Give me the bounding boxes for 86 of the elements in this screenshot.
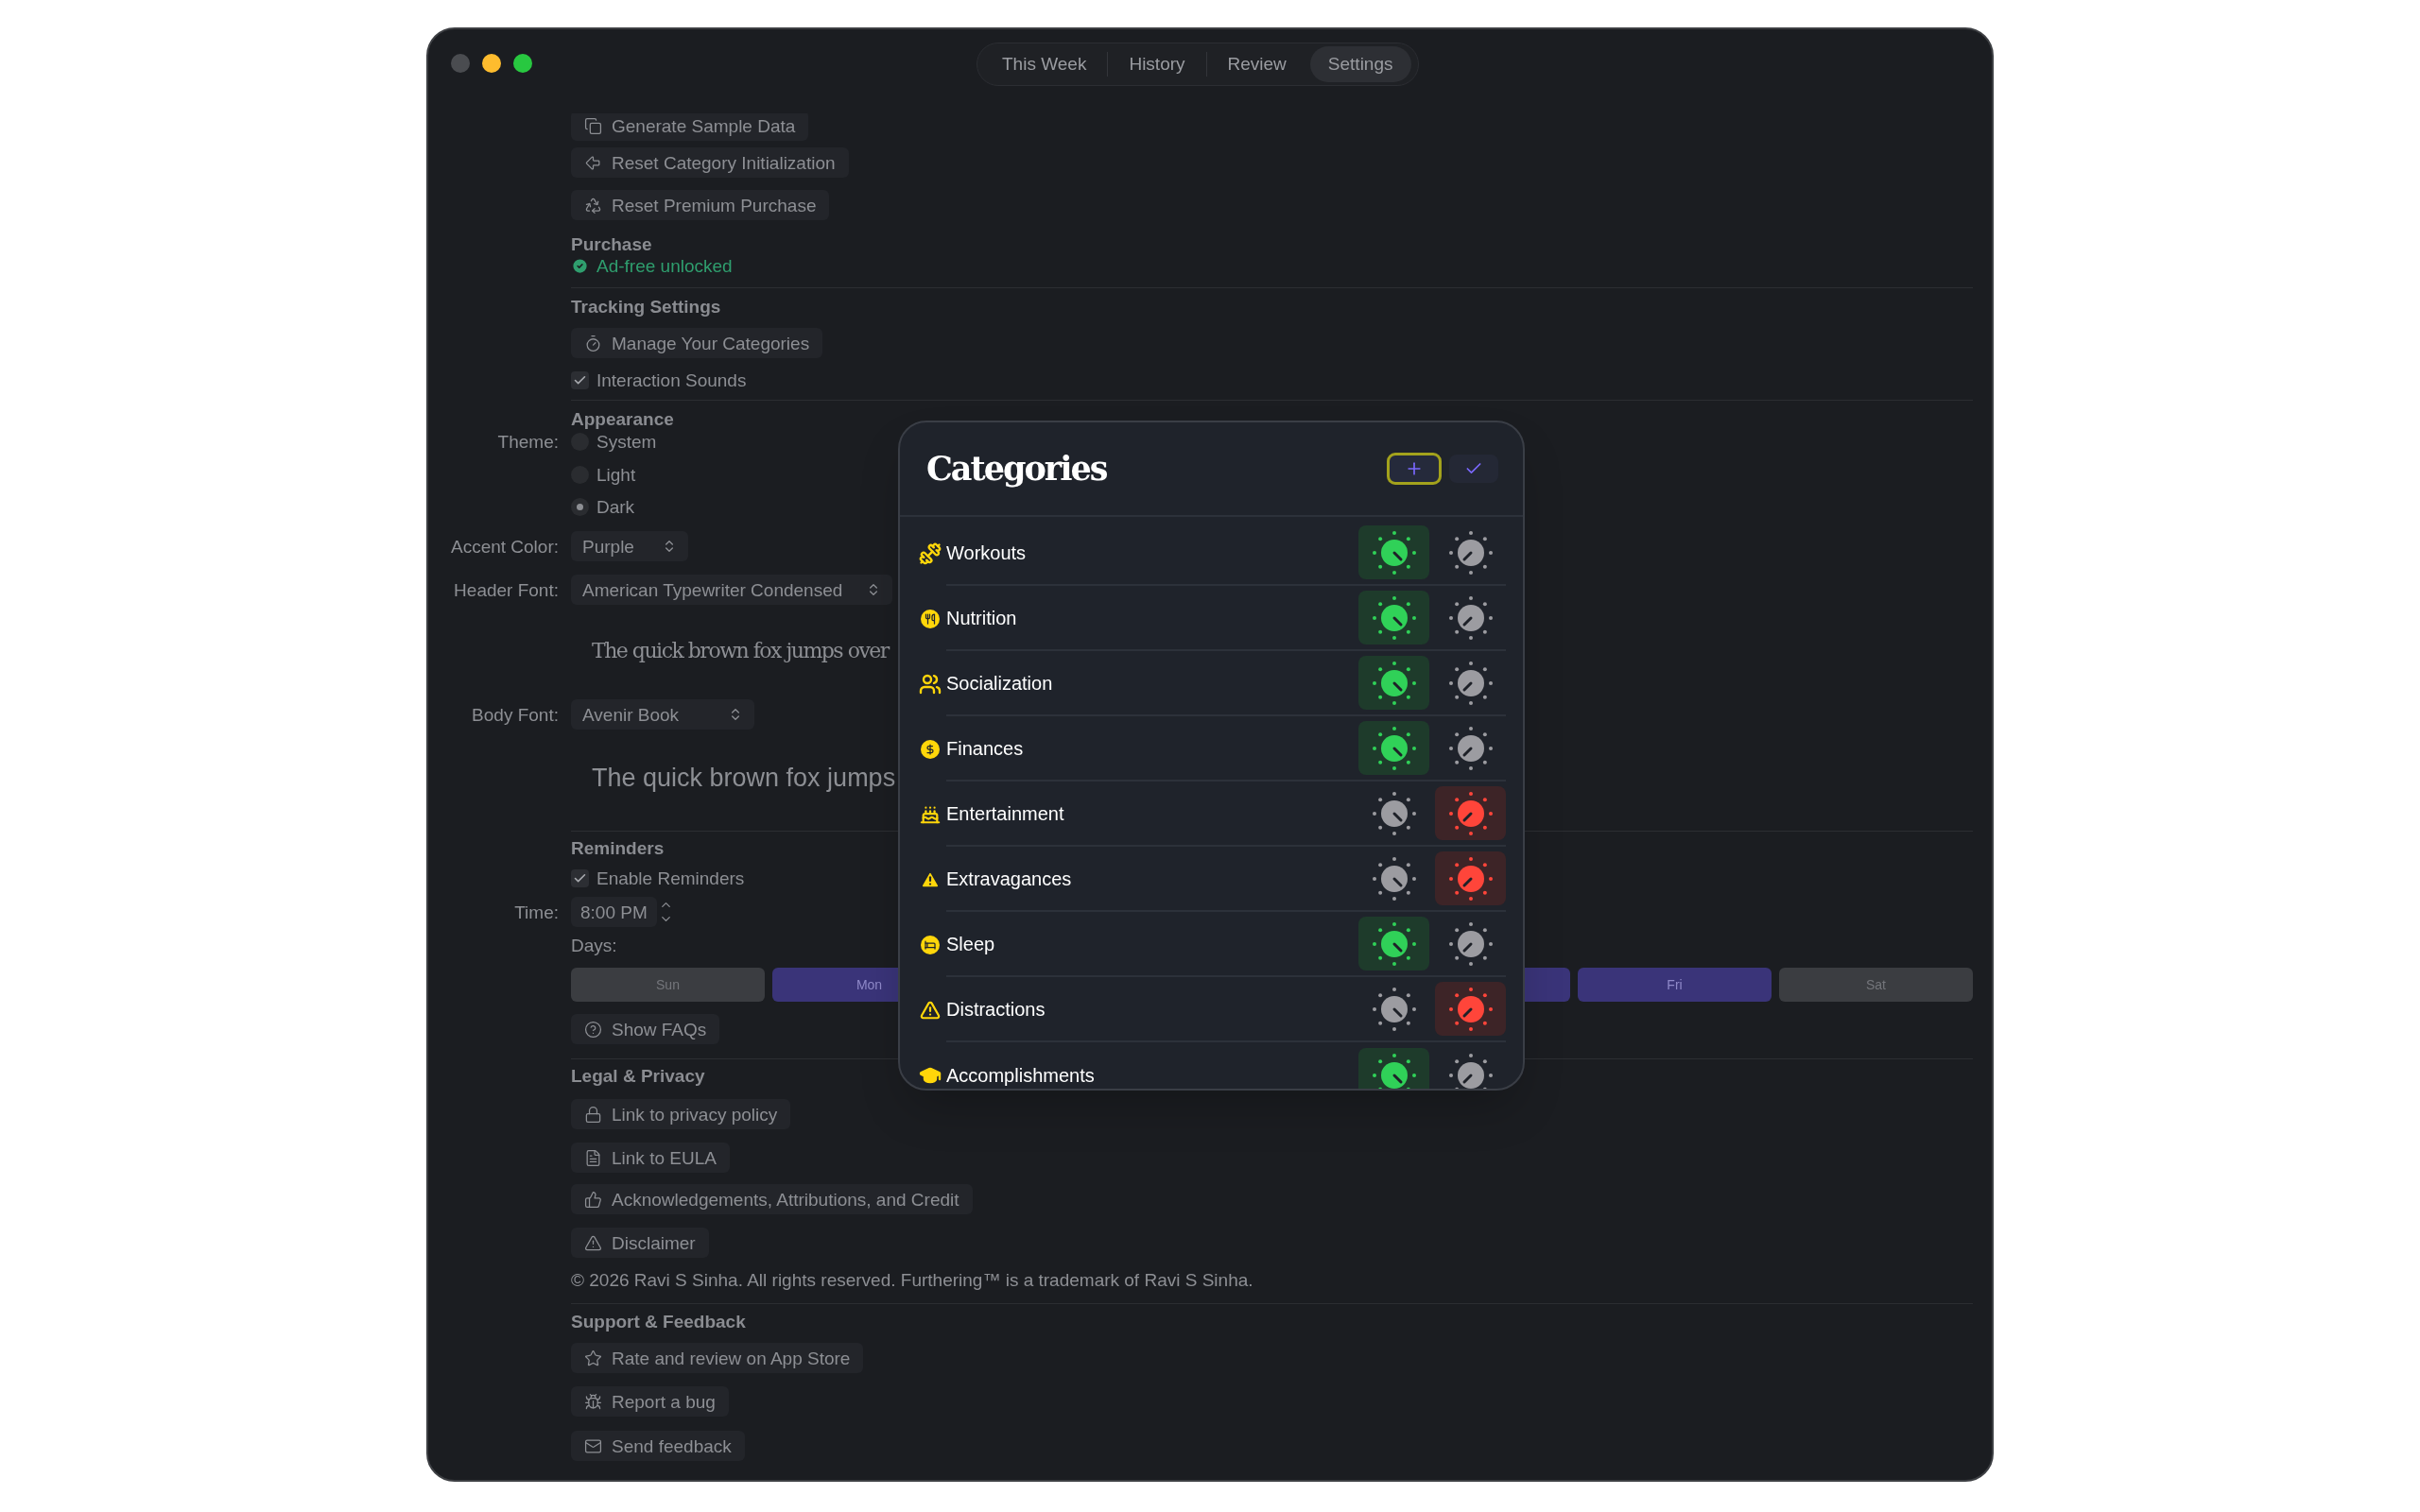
field-label: Days: <box>571 935 617 956</box>
dropdown[interactable]: Purple <box>571 531 688 561</box>
positive-knob[interactable] <box>1358 1048 1429 1089</box>
field-label: Time: <box>514 901 559 923</box>
people-icon <box>918 672 942 696</box>
font-preview: The quick brown fox jumps over <box>592 638 889 664</box>
utensils-icon <box>920 609 940 628</box>
section-heading: Reminders <box>571 837 665 859</box>
category-name: Finances <box>946 736 1025 761</box>
category-name: Socialization <box>946 671 1054 696</box>
copy-icon <box>584 116 602 135</box>
settings-button[interactable]: Send feedback <box>571 1431 745 1461</box>
star-icon <box>584 1349 602 1367</box>
tab[interactable]: This Week <box>984 46 1105 82</box>
settings-button[interactable]: Acknowledgements, Attributions, and Credit <box>571 1184 973 1214</box>
checkbox[interactable] <box>571 869 589 887</box>
document-icon <box>584 1148 602 1167</box>
lock-icon <box>584 1105 602 1124</box>
settings-button[interactable]: Reset Category Initialization <box>571 147 849 178</box>
copyright-text: © 2026 Ravi S Sinha. All rights reserved. Furthering™ is a trademark of Ravi S Sinha. <box>571 1269 1253 1291</box>
settings-button[interactable]: Show FAQs <box>571 1014 720 1044</box>
field-label: Accent Color: <box>450 535 559 558</box>
positive-knob[interactable] <box>1358 525 1429 579</box>
positive-knob[interactable] <box>1358 656 1429 710</box>
dropdown[interactable]: Avenir Book <box>571 699 754 730</box>
field-label: Body Font: <box>472 703 559 726</box>
negative-knob[interactable] <box>1435 982 1506 1036</box>
time-field[interactable]: 8:00 PM <box>571 897 657 927</box>
tab[interactable]: Review <box>1209 46 1305 82</box>
settings-button[interactable]: Rate and review on App Store <box>571 1343 864 1373</box>
category-name: Extravagances <box>946 867 1073 891</box>
positive-knob[interactable] <box>1358 917 1429 971</box>
category-name: Workouts <box>946 541 1028 565</box>
negative-knob[interactable] <box>1435 786 1506 840</box>
category-name: Entertainment <box>946 801 1065 826</box>
section-heading: Appearance <box>571 408 675 430</box>
bed-icon <box>920 935 940 954</box>
day-toggle[interactable]: Fri <box>1578 968 1772 1002</box>
field-label: Theme: <box>497 431 559 453</box>
positive-knob[interactable] <box>1358 721 1429 775</box>
category-name: Sleep <box>946 932 996 956</box>
warning-icon <box>584 1233 602 1252</box>
add-button[interactable] <box>1387 453 1442 485</box>
settings-button[interactable]: Link to privacy policy <box>571 1099 791 1129</box>
thumbs-up-icon <box>584 1190 602 1209</box>
section-heading: Legal & Privacy <box>571 1065 705 1087</box>
dollar-icon <box>920 739 940 759</box>
tab[interactable]: Settings <box>1309 46 1411 82</box>
section-heading: Purchase <box>571 233 652 255</box>
sheet-title: Categories <box>926 447 1107 490</box>
radio-button[interactable] <box>571 498 589 516</box>
checkbox[interactable] <box>571 371 589 389</box>
section-heading: Tracking Settings <box>571 296 721 318</box>
radio-label: Light <box>596 464 636 486</box>
checkbox-label: Enable Reminders <box>596 868 745 889</box>
dumbbell-icon <box>918 541 942 565</box>
left-arrow-icon <box>584 153 602 172</box>
check-circle-icon <box>571 257 589 275</box>
radio-label: System <box>596 431 657 453</box>
category-name: Accomplishments <box>946 1063 1096 1088</box>
purchase-status: Ad-free unlocked <box>596 255 733 277</box>
tab[interactable]: History <box>1111 46 1203 82</box>
checkbox-label: Interaction Sounds <box>596 369 747 391</box>
day-toggle[interactable]: Sat <box>1779 968 1973 1002</box>
negative-knob[interactable] <box>1435 851 1506 905</box>
day-toggle[interactable]: Sun <box>571 968 765 1002</box>
timer-icon <box>584 334 602 352</box>
category-name: Nutrition <box>946 606 1018 630</box>
field-label: Header Font: <box>454 578 559 601</box>
minimize-button[interactable] <box>482 54 501 73</box>
zoom-button[interactable] <box>513 54 532 73</box>
settings-button[interactable]: Report a bug <box>571 1386 729 1417</box>
recycle-icon <box>584 196 602 215</box>
bug-icon <box>584 1392 602 1411</box>
section-heading: Support & Feedback <box>571 1311 746 1332</box>
dropdown[interactable]: American Typewriter Condensed <box>571 575 892 605</box>
font-preview: The quick brown fox jumps <box>592 763 896 793</box>
settings-button[interactable]: Link to EULA <box>571 1143 730 1173</box>
radio-label: Dark <box>596 496 635 518</box>
positive-knob[interactable] <box>1358 591 1429 644</box>
settings-button[interactable]: Manage Your Categories <box>571 328 823 358</box>
settings-button[interactable]: Reset Premium Purchase <box>571 190 830 220</box>
settings-button[interactable]: Disclaimer <box>571 1228 709 1258</box>
help-icon <box>584 1020 602 1039</box>
warning-icon <box>919 999 941 1021</box>
settings-button[interactable]: Generate Sample Data <box>571 113 809 141</box>
